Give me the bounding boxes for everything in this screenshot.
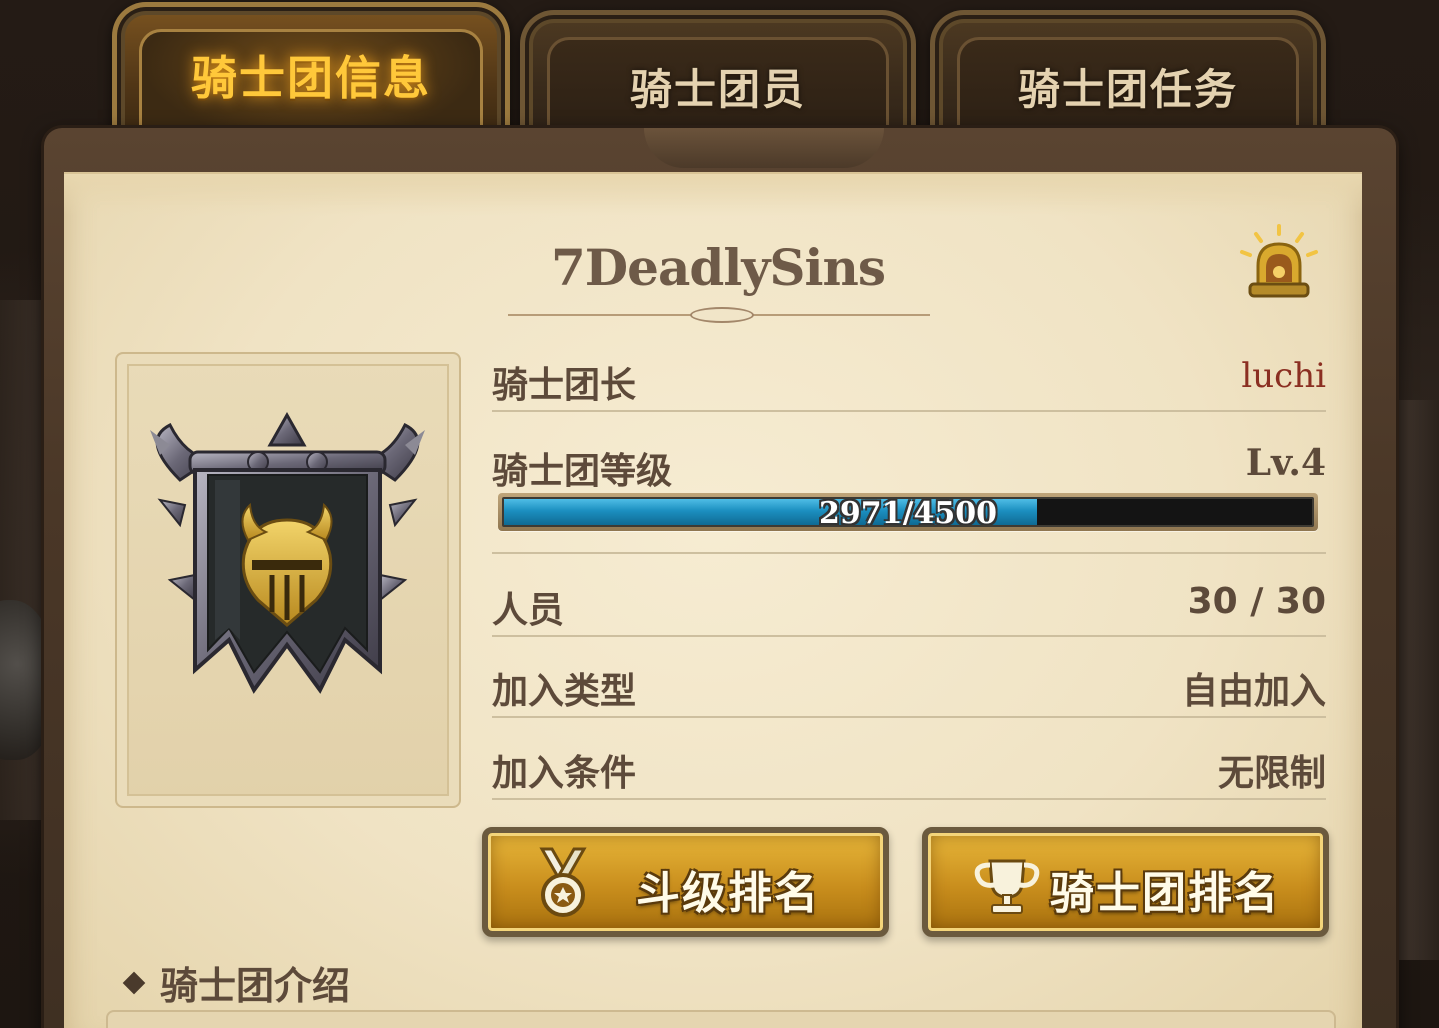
trophy-icon	[974, 859, 1040, 914]
rank-button-label: 斗级排名	[636, 868, 820, 919]
guild-rank-button[interactable]: 骑士团排名	[922, 827, 1329, 937]
exp-text: 2971/4500	[819, 497, 997, 527]
guild-leader-name[interactable]: luchi	[1241, 356, 1326, 396]
guild-intro-box	[106, 1010, 1336, 1028]
members-value: 30 / 30	[1187, 581, 1326, 622]
guild-name: 7DeadlySins	[551, 238, 886, 297]
join-type-value: 自由加入	[1181, 671, 1326, 712]
guild-leader-row: 骑士团长 luchi	[492, 350, 1326, 412]
divider-flourish	[690, 307, 754, 323]
frame-ornament	[644, 128, 884, 168]
tab-label: 骑士团员	[629, 65, 806, 114]
members-row: 人员 30 / 30	[492, 575, 1326, 637]
join-condition-label: 加入条件	[492, 753, 637, 794]
guild-rank-button-label: 骑士团排名	[1050, 868, 1280, 919]
tab-guild-members[interactable]: 骑士团员	[520, 10, 916, 140]
tab-guild-missions[interactable]: 骑士团任务	[930, 10, 1326, 140]
guild-level-value: Lv.4	[1245, 442, 1326, 484]
join-type-label: 加入类型	[492, 671, 637, 712]
guild-intro-title: 骑士团介绍	[160, 964, 351, 1008]
tab-guild-info[interactable]: 骑士团信息	[112, 2, 510, 142]
alarm-bell-icon[interactable]	[1234, 222, 1324, 304]
join-type-row: 加入类型 自由加入	[492, 656, 1326, 718]
tab-label: 骑士团信息	[191, 50, 431, 105]
members-label: 人员	[492, 590, 565, 631]
join-condition-row: 加入条件 无限制	[492, 738, 1326, 800]
guild-level-label: 骑士团等级	[492, 451, 673, 492]
medal-icon	[539, 847, 587, 917]
guild-banner-emblem	[150, 411, 425, 694]
rank-button[interactable]: 斗级排名	[482, 827, 889, 937]
guild-exp-bar: 2971/4500	[498, 493, 1318, 531]
guild-intro-heading: 骑士团介绍	[122, 955, 351, 1010]
tab-label: 骑士团任务	[1017, 65, 1238, 114]
diamond-bullet-icon	[122, 971, 146, 994]
exp-track: 2971/4500	[502, 497, 1314, 527]
guild-leader-label: 骑士团长	[492, 365, 637, 406]
game-screen: 骑士团信息 骑士团员 骑士团任务 7DeadlySins 骑士团长 luchi …	[0, 0, 1439, 1028]
join-condition-value: 无限制	[1217, 753, 1326, 794]
